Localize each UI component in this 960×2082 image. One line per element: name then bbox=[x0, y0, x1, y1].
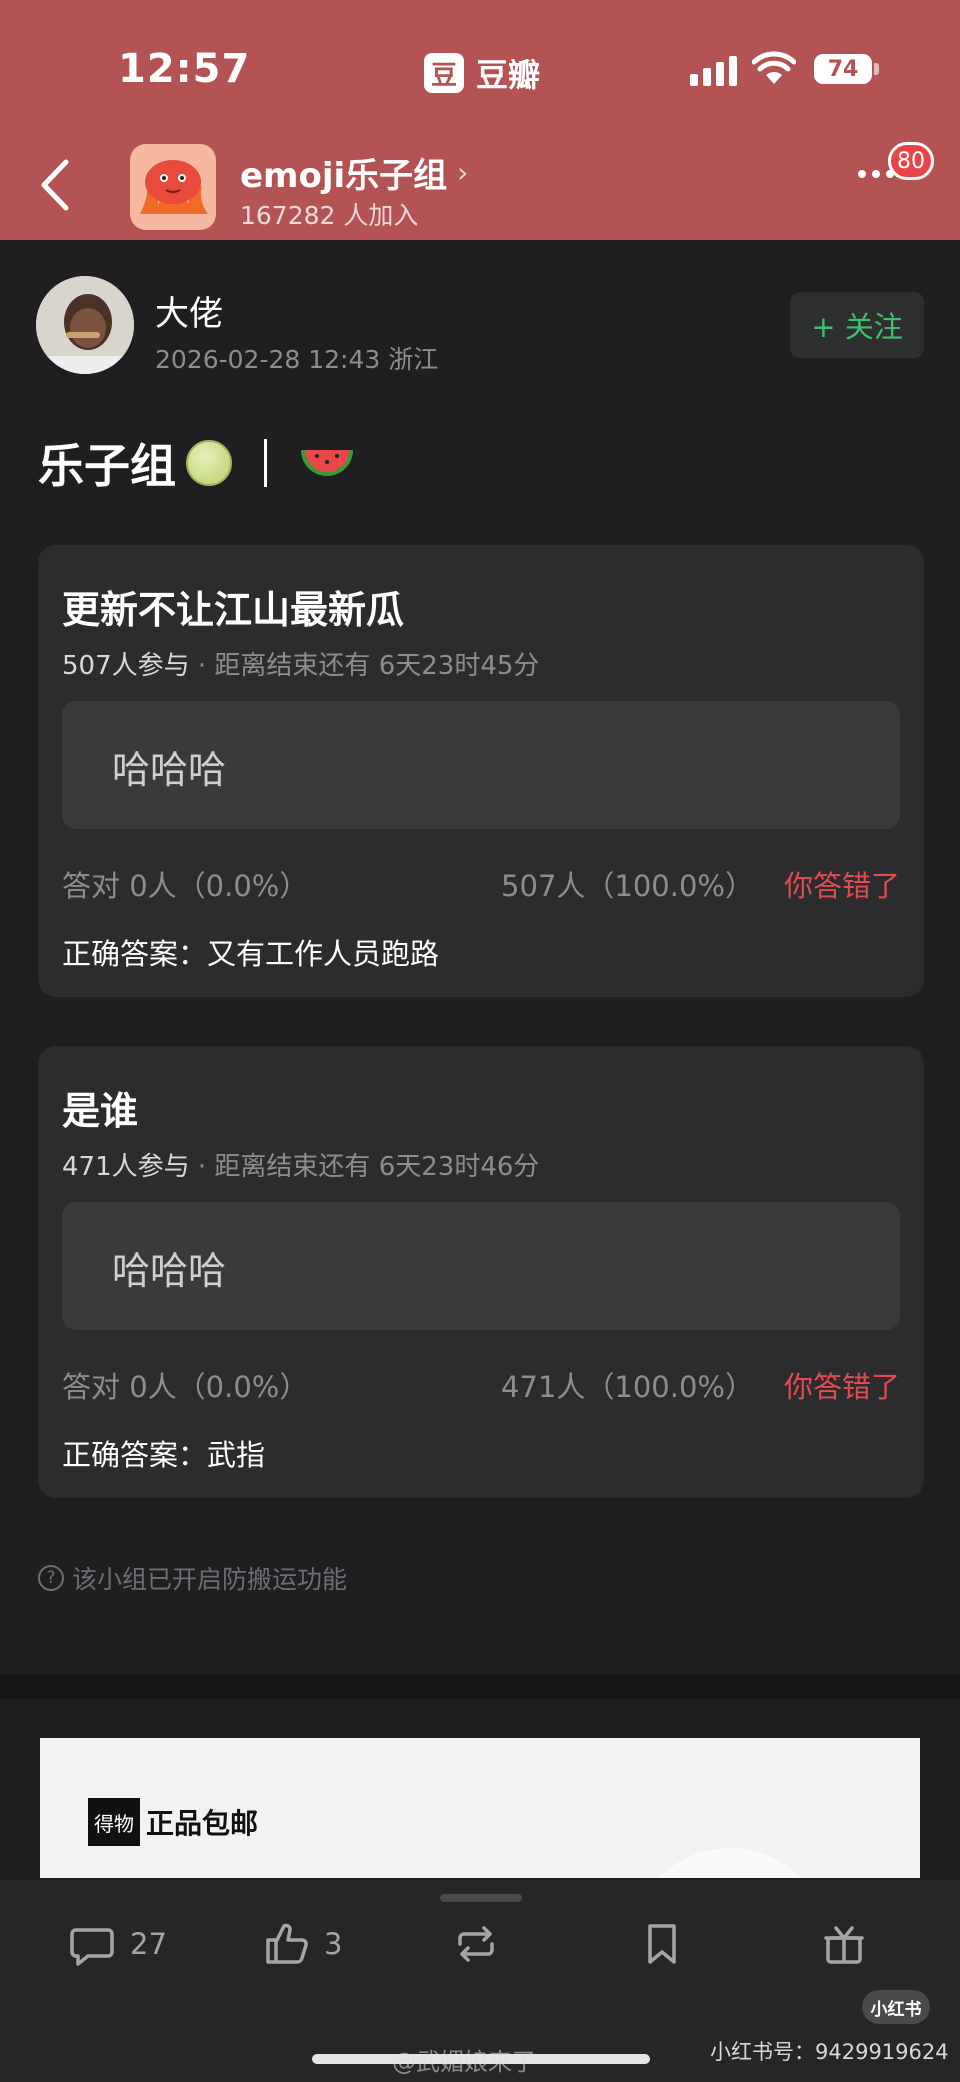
back-arrow-icon[interactable] bbox=[36, 158, 76, 212]
group-title-link[interactable]: emoji乐子组 › bbox=[240, 148, 468, 197]
xiaohongshu-watermark-id: 小红书号：9429919624 bbox=[710, 2040, 949, 2064]
poll-option[interactable]: 哈哈哈 bbox=[62, 1202, 900, 1330]
section-divider bbox=[0, 1675, 960, 1699]
title-separator bbox=[264, 439, 267, 487]
post-meta: 2026-02-28 12:43 浙江 bbox=[155, 345, 439, 374]
comment-count: 27 bbox=[130, 1927, 167, 1961]
douban-app-icon: 豆 bbox=[424, 53, 464, 93]
poll-question: 是谁 bbox=[62, 1089, 139, 1133]
bookmark-button[interactable] bbox=[638, 1920, 686, 1968]
weibo-watermark: @武媚娘来了 bbox=[392, 2048, 536, 2076]
group-member-count: 167282 人加入 bbox=[240, 201, 419, 230]
notice-text: 该小组已开启防搬运功能 bbox=[72, 1565, 348, 1594]
comment-button[interactable]: 27 bbox=[68, 1920, 167, 1968]
poll-option-label: 哈哈哈 bbox=[112, 748, 227, 792]
question-circle-icon: ? bbox=[38, 1565, 64, 1591]
like-button[interactable]: 3 bbox=[262, 1920, 342, 1968]
watermelon-emoji-icon bbox=[301, 450, 353, 476]
poll-correct-stat: 答对 0人（0.0%） bbox=[62, 869, 309, 903]
status-app-indicator: 豆 豆瓣 bbox=[424, 50, 540, 96]
poll-option-stat: 507人（100.0%） bbox=[501, 869, 754, 903]
signal-icon bbox=[690, 56, 737, 86]
poll-correct-stat: 答对 0人（0.0%） bbox=[62, 1370, 309, 1404]
more-options-icon[interactable] bbox=[858, 170, 894, 178]
battery-tip bbox=[874, 63, 879, 75]
poll-correct-answer: 正确答案：又有工作人员跑路 bbox=[62, 937, 440, 971]
melon-emoji-icon bbox=[186, 440, 232, 486]
poll-remaining-time: · 距离结束还有 6天23时46分 bbox=[189, 1152, 540, 1182]
poll-card: 更新不让江山最新瓜 507人参与 · 距离结束还有 6天23时45分 哈哈哈 答… bbox=[38, 545, 924, 997]
poll-info: 471人参与 · 距离结束还有 6天23时46分 bbox=[62, 1146, 539, 1183]
ad-text: 正品包邮 bbox=[146, 1807, 259, 1840]
poll-question: 更新不让江山最新瓜 bbox=[62, 588, 405, 632]
notification-badge: 80 bbox=[888, 142, 934, 180]
poll-info: 507人参与 · 距离结束还有 6天23时45分 bbox=[62, 645, 539, 682]
group-name: emoji乐子组 bbox=[240, 156, 448, 196]
gift-icon bbox=[824, 1926, 864, 1964]
bookmark-icon bbox=[648, 1924, 676, 1964]
repost-icon bbox=[458, 1926, 494, 1962]
status-time: 12:57 bbox=[118, 46, 251, 92]
poll-option[interactable]: 哈哈哈 bbox=[62, 701, 900, 829]
chevron-right-icon: › bbox=[457, 156, 469, 189]
xiaohongshu-watermark-badge: 小红书 bbox=[862, 1990, 930, 2024]
poll-result-label: 你答错了 bbox=[783, 1370, 900, 1404]
author-name[interactable]: 大佬 bbox=[155, 286, 223, 335]
status-app-name: 豆瓣 bbox=[476, 56, 541, 94]
anti-repost-notice: ? 该小组已开启防搬运功能 bbox=[38, 1560, 347, 1596]
ad-decoration bbox=[630, 1848, 830, 1878]
post-title-text: 乐子组 bbox=[38, 439, 176, 493]
poll-remaining-time: · 距离结束还有 6天23时45分 bbox=[189, 651, 540, 681]
poll-option-label: 哈哈哈 bbox=[112, 1249, 227, 1293]
poll-card: 是谁 471人参与 · 距离结束还有 6天23时46分 哈哈哈 答对 0人（0.… bbox=[38, 1046, 924, 1498]
follow-button[interactable]: + 关注 bbox=[790, 292, 924, 358]
author-avatar[interactable] bbox=[36, 276, 134, 374]
ad-logo: 得物 bbox=[88, 1798, 140, 1846]
poll-correct-answer: 正确答案：武指 bbox=[62, 1438, 266, 1472]
drag-handle[interactable] bbox=[440, 1894, 522, 1902]
post-title: 乐子组 bbox=[38, 430, 355, 496]
poll-result-row: 471人（100.0%） 你答错了 bbox=[501, 1364, 900, 1406]
group-avatar[interactable] bbox=[130, 144, 216, 230]
bottom-action-bar: 27 3 小红书 小红书号：9429919624 @武媚娘来了 bbox=[0, 1880, 960, 2082]
poll-participants: 471人参与 bbox=[62, 1152, 190, 1182]
poll-participants: 507人参与 bbox=[62, 651, 190, 681]
thumbs-up-icon bbox=[266, 1923, 308, 1964]
poll-result-row: 507人（100.0%） 你答错了 bbox=[501, 863, 900, 905]
gift-button[interactable] bbox=[820, 1920, 868, 1968]
comment-icon bbox=[70, 1928, 114, 1966]
wifi-icon bbox=[752, 51, 796, 84]
poll-result-label: 你答错了 bbox=[783, 869, 900, 903]
ad-banner[interactable]: 得物 正品包邮 bbox=[40, 1738, 920, 1878]
group-header: 12:57 豆 豆瓣 74 emoji乐子组 › 167282 人加入 80 bbox=[0, 0, 960, 240]
poll-option-stat: 471人（100.0%） bbox=[501, 1370, 754, 1404]
like-count: 3 bbox=[324, 1927, 343, 1961]
repost-button[interactable] bbox=[452, 1920, 500, 1968]
battery-icon: 74 bbox=[814, 54, 872, 84]
